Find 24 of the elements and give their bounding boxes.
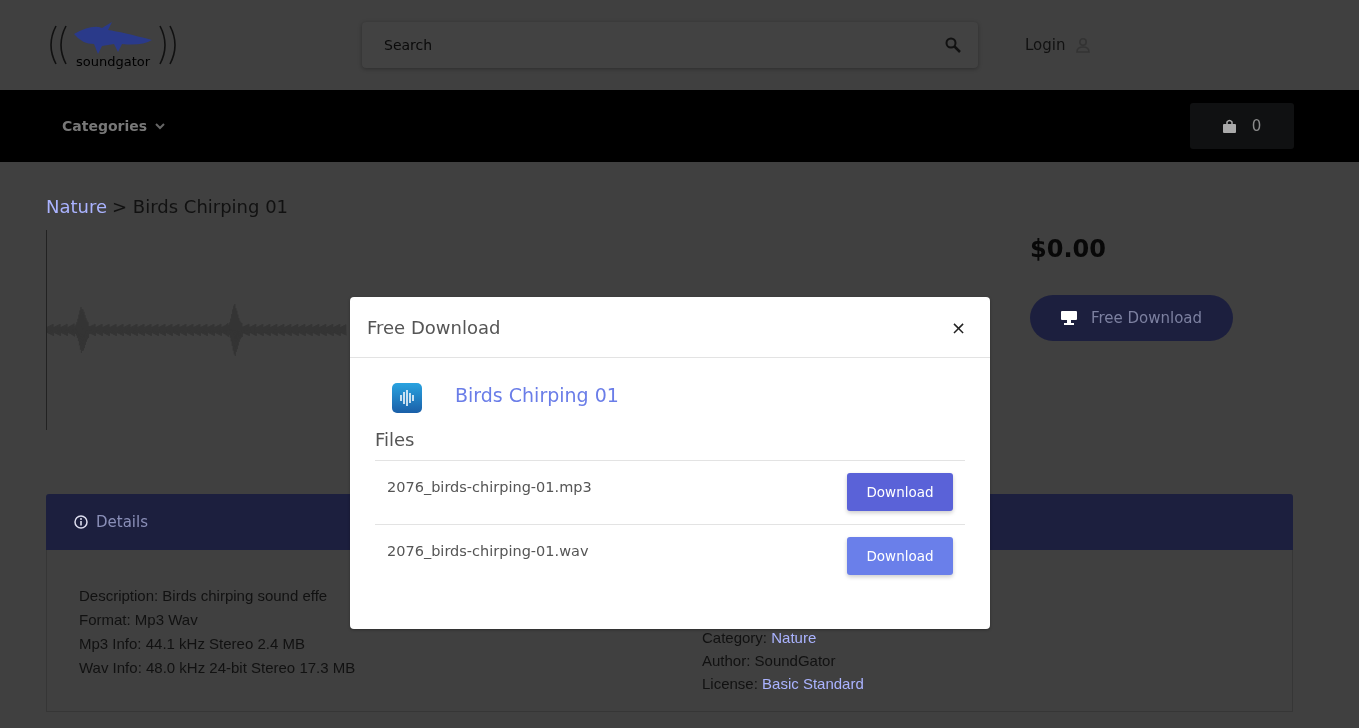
close-button[interactable]: ×: [946, 316, 970, 338]
cart-button[interactable]: 0: [1190, 103, 1294, 149]
info-icon: [74, 515, 88, 529]
monitor-icon: [1060, 311, 1077, 325]
categories-menu[interactable]: Categories: [62, 118, 166, 134]
logo-text: soundgator: [75, 53, 151, 69]
price: $0.00: [1030, 235, 1107, 263]
download-button[interactable]: Download: [847, 537, 953, 575]
download-button[interactable]: Download: [847, 473, 953, 511]
file-name: 2076_birds-chirping-01.wav: [387, 543, 589, 559]
dialog-title: Free Download: [367, 316, 501, 338]
detail-link[interactable]: Nature: [771, 629, 817, 646]
files-heading: Files: [375, 429, 965, 461]
chevron-down-icon: [155, 122, 166, 130]
search-icon[interactable]: [945, 37, 961, 53]
sound-title-link[interactable]: Birds Chirping 01: [455, 384, 619, 406]
search-field[interactable]: Search: [362, 22, 978, 68]
shopping-bag-icon: [1222, 119, 1236, 133]
free-download-button[interactable]: Free Download: [1030, 295, 1233, 341]
breadcrumb-link[interactable]: Nature: [46, 196, 108, 217]
details-tab-label: Details: [96, 513, 148, 531]
audio-file-icon: [392, 383, 422, 413]
detail-link[interactable]: Basic Standard: [762, 675, 864, 692]
file-name: 2076_birds-chirping-01.mp3: [387, 479, 592, 495]
